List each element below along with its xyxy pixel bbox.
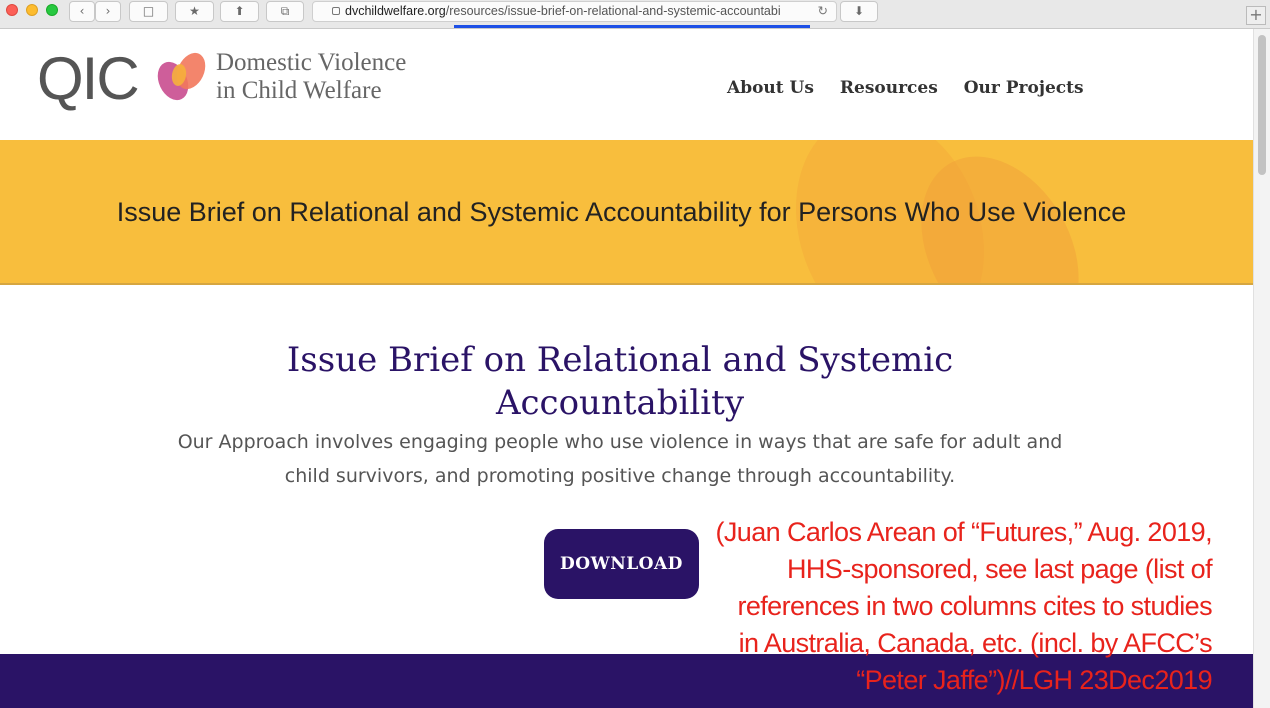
forward-button[interactable]: ›: [95, 1, 121, 22]
page-load-progress: [454, 25, 810, 28]
url-path: /resources/issue-brief-on-relational-and…: [445, 4, 781, 18]
browser-toolbar: ‹ › □ ★ ⬆ ⧉ dvchildwelfare.org/resources…: [0, 0, 1270, 29]
bookmarks-button[interactable]: ★: [175, 1, 214, 22]
banner-title: Issue Brief on Relational and Systemic A…: [116, 197, 1127, 227]
sidebar-icon: □: [142, 4, 155, 18]
download-icon: ⬇: [853, 4, 865, 18]
zoom-window-button[interactable]: [46, 4, 58, 16]
hero-banner: Issue Brief on Relational and Systemic A…: [0, 140, 1253, 285]
tabs-button[interactable]: ⧉: [266, 1, 304, 22]
nav-our-projects[interactable]: Our Projects: [964, 78, 1084, 98]
downloads-button[interactable]: ⬇: [840, 1, 878, 22]
tabs-icon: ⧉: [280, 4, 290, 18]
minimize-window-button[interactable]: [26, 4, 38, 16]
red-annotation-text: (Juan Carlos Arean of “Futures,” Aug. 20…: [715, 517, 1213, 695]
share-icon: ⬆: [234, 4, 245, 18]
vertical-scrollbar[interactable]: [1253, 29, 1270, 708]
url-domain: dvchildwelfare.org: [345, 4, 446, 18]
chevron-left-icon: ‹: [79, 4, 85, 18]
close-window-button[interactable]: [6, 4, 18, 16]
logo-line-2: in Child Welfare: [216, 77, 382, 104]
site-header: QIC Domestic Violence in Child Welfare A…: [0, 29, 1253, 140]
nav-resources[interactable]: Resources: [840, 78, 938, 98]
back-button[interactable]: ‹: [69, 1, 95, 22]
reload-icon[interactable]: ↻: [818, 2, 828, 21]
star-icon: ★: [189, 4, 200, 18]
logo-qic[interactable]: QIC: [37, 49, 140, 109]
logo-mark-icon: [157, 52, 206, 101]
share-button[interactable]: ⬆: [220, 1, 259, 22]
plus-icon: +: [1249, 5, 1263, 24]
nav-about-us[interactable]: About Us: [727, 78, 814, 98]
logo-line-1: Domestic Violence: [216, 49, 407, 76]
page-description: Our Approach involves engaging people wh…: [177, 431, 1063, 487]
scrollbar-thumb[interactable]: [1258, 35, 1266, 175]
lock-icon: [332, 7, 340, 15]
address-bar[interactable]: dvchildwelfare.org/resources/issue-brief…: [312, 1, 837, 22]
logo-text: Domestic Violence in Child Welfare: [216, 49, 406, 105]
sidebar-button[interactable]: □: [129, 1, 168, 22]
chevron-right-icon: ›: [105, 4, 111, 18]
new-tab-button[interactable]: +: [1246, 6, 1266, 25]
download-button[interactable]: DOWNLOAD: [544, 529, 699, 599]
page-title: Issue Brief on Relational and Systemic A…: [286, 340, 954, 423]
main-nav: About Us Resources Our Projects: [727, 78, 1104, 98]
